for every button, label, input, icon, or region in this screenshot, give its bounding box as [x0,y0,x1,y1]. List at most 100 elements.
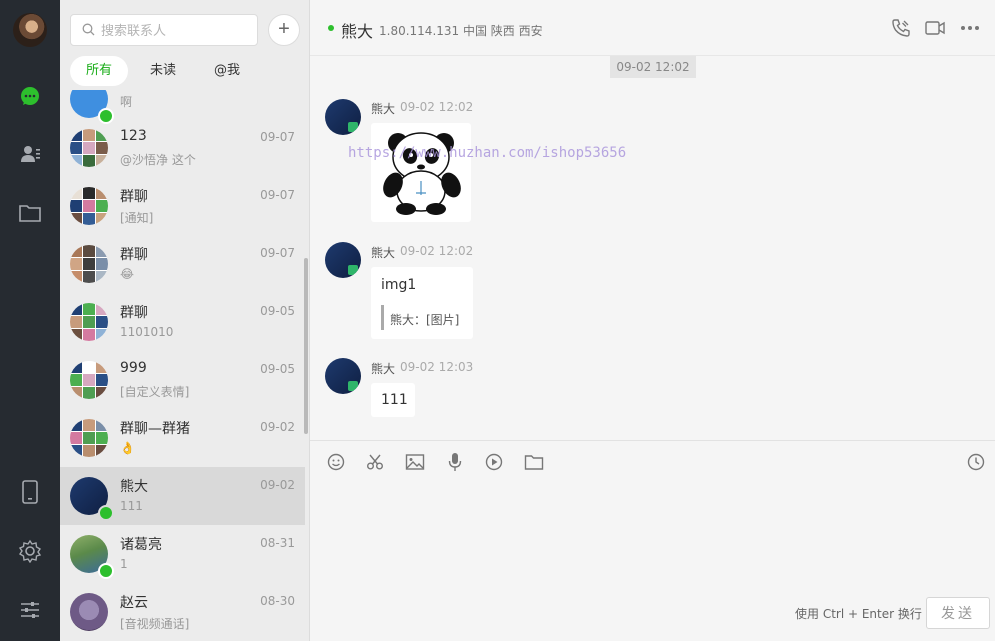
conversation-list: + 所有 未读 @我 啊 所有 未读 @我 123 09-07 @沙悟净 这个 … [60,0,310,641]
conversation-date: 09-07 [260,246,295,260]
conversation-preview: 111 [120,499,143,513]
tab-unread[interactable]: 未读 [134,56,192,86]
avatar [70,593,108,631]
conversation-date: 09-02 [260,478,295,492]
conversation-name: 熊大 [120,479,148,495]
message-time: 09-02 12:03 [400,360,474,374]
sender-name: 熊大 [371,246,396,260]
microphone-icon[interactable] [444,451,466,473]
message-text: img1 [381,277,417,293]
chat-pane: 熊大 1.80.114.131 中国 陕西 西安 09-02 12:02 熊大 … [310,0,995,641]
conversation-item[interactable]: 123 09-07 @沙悟净 这个 [60,119,305,177]
conversation-preview: [自定义表情] [120,385,190,399]
composer: 使用 Ctrl + Enter 换行 发送 [310,440,995,641]
conversation-preview: [通知] [120,211,154,225]
quote-message[interactable]: img1 熊大：[图片] [371,267,473,339]
sender-avatar[interactable] [325,242,361,278]
phone-device-icon[interactable] [16,478,44,506]
conversation-date: 09-07 [260,130,295,144]
screenshot-scissors-icon[interactable] [364,451,386,473]
conversation-item[interactable]: 999 09-05 [自定义表情] [60,351,305,409]
video-play-icon[interactable] [483,451,505,473]
group-avatar [70,303,108,341]
conversation-item[interactable]: 群聊—群猪 09-02 👌 [60,409,305,467]
search-input[interactable] [101,20,251,40]
more-options-icon[interactable] [958,16,982,40]
message-time: 09-02 12:02 [400,244,474,258]
tab-mentions[interactable]: @我 [198,56,256,86]
sender-avatar[interactable] [325,358,361,394]
history-clock-icon[interactable] [965,451,987,473]
online-indicator [98,505,114,521]
folder-icon[interactable] [16,199,44,227]
quote-bar [381,305,384,330]
chat-title: 熊大 [341,22,374,41]
panda-sticker-icon [383,132,461,215]
video-call-icon[interactable] [923,16,947,40]
send-button[interactable]: 发送 [926,597,990,629]
conversation-name: 群聊 [120,305,148,321]
conversation-item[interactable]: 群聊 09-07 [通知] [60,177,305,235]
menu-sliders-icon[interactable] [16,596,44,624]
conversation-date: 09-02 [260,420,295,434]
group-avatar [70,361,108,399]
conversation-name: 123 [120,128,147,144]
conversation-preview: @沙悟净 这个 [120,153,196,167]
conversation-preview: 1 [120,557,128,571]
file-folder-icon[interactable] [523,451,545,473]
sender-avatar[interactable] [325,99,361,135]
conversation-date: 09-05 [260,304,295,318]
conversation-preview: 👌 [120,441,135,455]
conversation-name: 999 [120,360,147,376]
text-message[interactable]: 111 [371,383,415,417]
chat-icon[interactable] [16,82,44,110]
conversation-date: 09-05 [260,362,295,376]
sender-name: 熊大 [371,102,396,116]
chat-location: 1.80.114.131 中国 陕西 西安 [379,24,543,38]
conversation-name: 赵云 [120,595,148,611]
my-avatar[interactable] [13,13,47,47]
conversation-date: 09-07 [260,188,295,202]
group-avatar [70,187,108,225]
settings-icon[interactable] [16,537,44,565]
conversation-item[interactable]: 诸葛亮 08-31 1 [60,525,305,583]
emoji-icon[interactable] [325,451,347,473]
tab-all[interactable]: 所有 [70,56,129,86]
quoted-text: 熊大：[图片] [390,313,460,327]
conversation-preview: 啊 [120,95,133,109]
contacts-icon[interactable] [16,140,44,168]
search-box[interactable] [70,14,258,46]
nav-rail [0,0,60,641]
conversation-item[interactable]: 群聊 09-07 😂 [60,235,305,293]
conversation-name: 群聊—群猪 [120,421,190,437]
conversation-date: 08-31 [260,536,295,550]
conversation-preview: 1101010 [120,325,174,339]
message-time: 09-02 12:02 [400,100,474,114]
conversation-preview: [音视频通话] [120,617,190,631]
sender-name: 熊大 [371,362,396,376]
online-indicator [98,563,114,579]
newline-hint: 使用 Ctrl + Enter 换行 [795,607,922,621]
message-text: 111 [381,392,408,408]
group-avatar [70,129,108,167]
list-scrollbar[interactable] [304,258,308,434]
conversation-item-active[interactable]: 熊大 09-02 111 [60,467,305,525]
online-status-dot [328,25,334,31]
image-message[interactable] [371,123,471,222]
conversation-item[interactable]: 群聊 09-05 1101010 [60,293,305,351]
conversation-name: 诸葛亮 [120,537,162,553]
time-divider: 09-02 12:02 [610,56,696,78]
image-icon[interactable] [404,451,426,473]
conversation-preview: 😂 [120,267,135,281]
group-avatar [70,419,108,457]
filter-tabs-visible: 所有 未读 @我 [70,56,256,86]
voice-call-icon[interactable] [889,16,913,40]
search-icon [82,23,95,36]
conversation-date: 08-30 [260,594,295,608]
chat-header: 熊大 1.80.114.131 中国 陕西 西安 [310,0,995,56]
conversation-name: 群聊 [120,189,148,205]
group-avatar [70,245,108,283]
conversation-item[interactable]: 赵云 08-30 [音视频通话] [60,583,305,641]
add-button[interactable]: + [268,14,300,46]
watermark-text: https://www.huzhan.com/ishop53656 [348,145,627,161]
